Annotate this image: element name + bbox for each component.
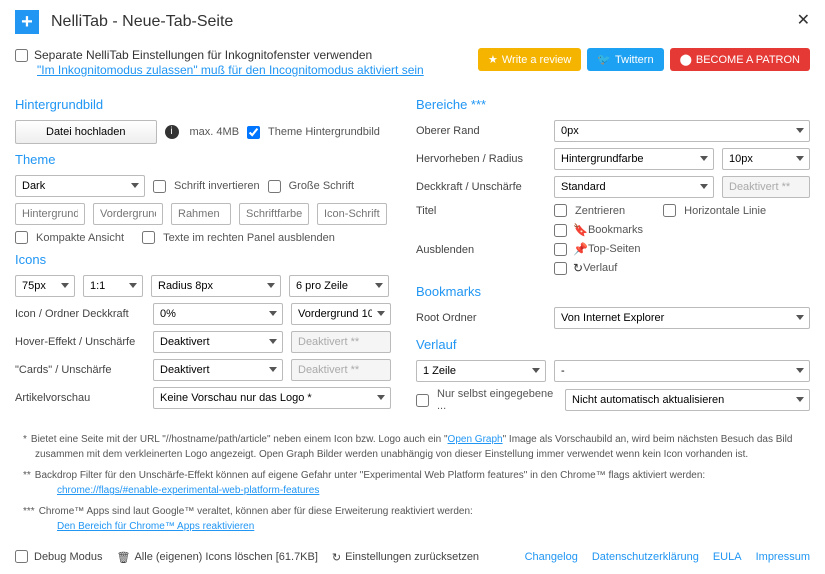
large-font-checkbox[interactable] (268, 180, 281, 193)
footnote-1: *Bietet eine Seite mit der URL "//hostna… (15, 432, 810, 462)
twitter-icon: 🐦 (597, 53, 611, 66)
icon-radius-select[interactable]: Radius 8px (151, 275, 281, 297)
impressum-link[interactable]: Impressum (756, 551, 810, 563)
blur-select[interactable]: Deaktivert ** (722, 176, 810, 198)
separate-incognito-label: Separate NelliTab Einstellungen für Inko… (34, 48, 372, 62)
hide-bookmarks-checkbox[interactable] (554, 224, 567, 237)
patron-icon: ⬤ (680, 53, 692, 66)
highlight-select[interactable]: Hintergrundfarbe (554, 148, 714, 170)
chrome-flags-link[interactable]: chrome://flags/#enable-experimental-web-… (57, 485, 319, 496)
hide-history-checkbox[interactable] (554, 262, 567, 275)
hline-checkbox[interactable] (663, 204, 676, 217)
footnote-2: **Backdrop Filter für den Unschärfe-Effe… (15, 468, 810, 498)
pin-icon: 📌 (573, 242, 588, 256)
iconfont-color-input[interactable] (317, 203, 387, 225)
root-folder-select[interactable]: Von Internet Explorer (554, 307, 810, 329)
cards-blur-select[interactable]: Deaktivert ** (291, 359, 391, 381)
section-bookmarks: Bookmarks (416, 284, 810, 299)
border-color-input[interactable] (171, 203, 231, 225)
delete-icons-button[interactable]: 🗑Alle (eigenen) Icons löschen [61.7KB] (117, 551, 318, 564)
icon-size-select[interactable]: 75px (15, 275, 75, 297)
incognito-allow-link[interactable]: "Im Inkognitomodus zulassen" muß für den… (37, 63, 424, 77)
history-icon: ↻ (573, 261, 583, 275)
separate-incognito-checkbox[interactable] (15, 49, 28, 62)
app-logo: + (15, 10, 39, 34)
fg-color-input[interactable] (93, 203, 163, 225)
debug-checkbox[interactable] (15, 550, 28, 563)
eula-link[interactable]: EULA (713, 551, 742, 563)
opacity-select[interactable]: Standard (554, 176, 714, 198)
icon-opacity-select[interactable]: 0% (153, 303, 283, 325)
info-icon: i (165, 125, 179, 139)
theme-bg-checkbox[interactable] (247, 126, 260, 139)
reset-button[interactable]: ↻Einstellungen zurücksetzen (332, 551, 479, 564)
section-areas: Bereiche *** (416, 97, 810, 112)
center-checkbox[interactable] (554, 204, 567, 217)
cards-select[interactable]: Deaktivert (153, 359, 283, 381)
theme-bg-label: Theme Hintergrundbild (268, 126, 380, 138)
hover-effect-select[interactable]: Deaktivert (153, 331, 283, 353)
auto-refresh-select[interactable]: Nicht automatisch aktualisieren (565, 389, 810, 411)
bookmark-icon: 🔖 (573, 223, 588, 237)
reset-icon: ↻ (332, 551, 341, 564)
max-size-label: max. 4MB (190, 126, 240, 138)
highlight-radius-select[interactable]: 10px (722, 148, 810, 170)
patron-button[interactable]: ⬤BECOME A PATRON (670, 48, 810, 71)
history-dash-select[interactable]: - (554, 360, 810, 382)
write-review-button[interactable]: ★Write a review (478, 48, 581, 71)
twitter-button[interactable]: 🐦Twittern (587, 48, 663, 71)
section-theme: Theme (15, 152, 391, 167)
chrome-apps-link[interactable]: Den Bereich für Chrome™ Apps reaktiviere… (57, 521, 254, 532)
fg-opacity-select[interactable]: Vordergrund 100% (291, 303, 391, 325)
opengraph-link[interactable]: Open Graph (448, 434, 503, 445)
footnote-3: ***Chrome™ Apps sind laut Google™ veralt… (15, 504, 810, 534)
section-history: Verlauf (416, 337, 810, 352)
font-color-input[interactable] (239, 203, 309, 225)
preview-select[interactable]: Keine Vorschau nur das Logo * (153, 387, 391, 409)
invert-font-checkbox[interactable] (153, 180, 166, 193)
close-icon[interactable]: ✕ (797, 10, 810, 30)
bg-color-input[interactable] (15, 203, 85, 225)
compact-checkbox[interactable] (15, 231, 28, 244)
upload-button[interactable]: Datei hochladen (15, 120, 157, 144)
app-title: NelliTab - Neue-Tab-Seite (51, 13, 233, 31)
section-background: Hintergrundbild (15, 97, 391, 112)
hover-blur-select[interactable]: Deaktivert ** (291, 331, 391, 353)
icon-perrow-select[interactable]: 6 pro Zeile (289, 275, 389, 297)
hide-panel-checkbox[interactable] (142, 231, 155, 244)
theme-select[interactable]: Dark (15, 175, 145, 197)
icon-ratio-select[interactable]: 1:1 (83, 275, 143, 297)
section-icons: Icons (15, 252, 391, 267)
top-margin-select[interactable]: 0px (554, 120, 810, 142)
privacy-link[interactable]: Datenschutzerklärung (592, 551, 699, 563)
trash-icon: 🗑 (117, 551, 131, 564)
changelog-link[interactable]: Changelog (525, 551, 578, 563)
history-rows-select[interactable]: 1 Zeile (416, 360, 546, 382)
hide-topsites-checkbox[interactable] (554, 243, 567, 256)
only-typed-checkbox[interactable] (416, 394, 429, 407)
star-icon: ★ (488, 53, 498, 66)
